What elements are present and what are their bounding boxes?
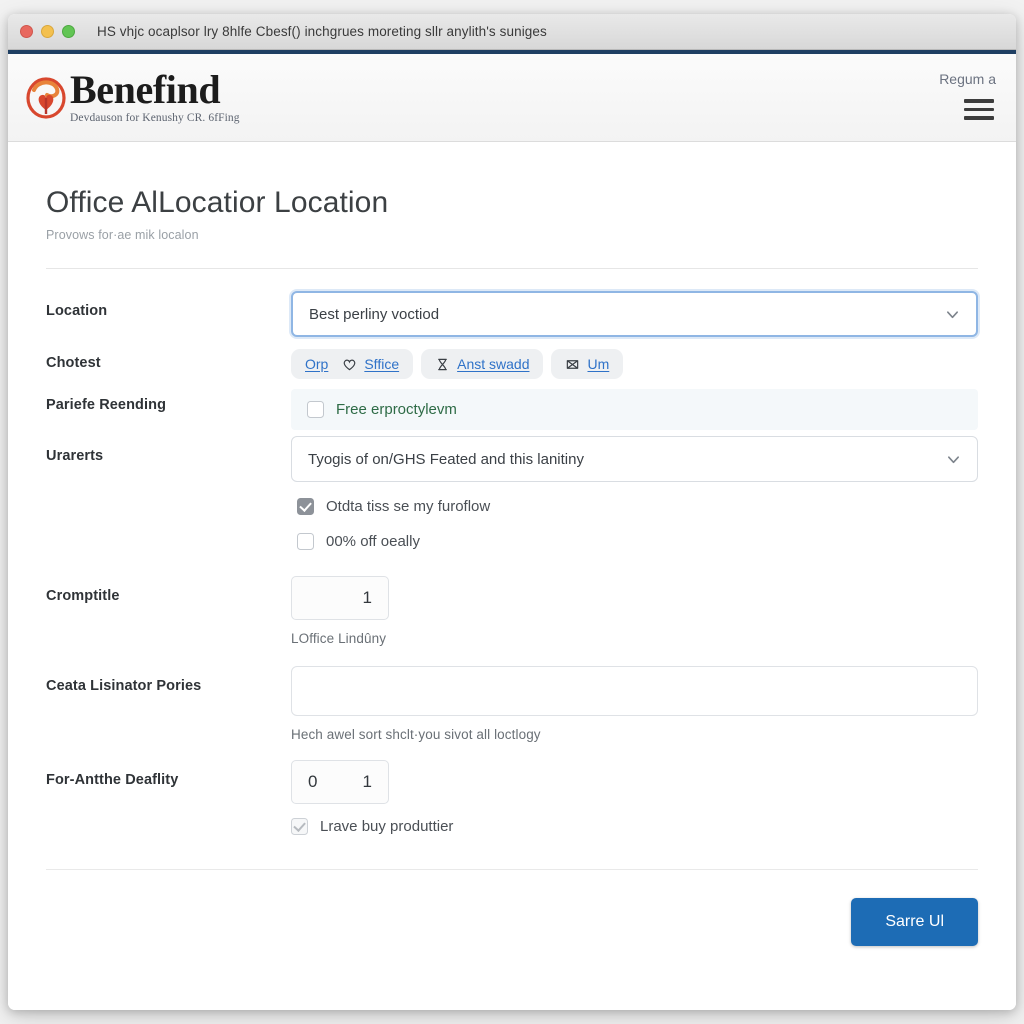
window-controls — [20, 25, 75, 38]
field-location: Best perliny voctiod — [291, 291, 978, 337]
label-location: Location — [46, 303, 108, 319]
app-header: Benefind Devdauson for Kenushy CR. 6fFin… — [8, 54, 1016, 142]
brand-text: Benefind Devdauson for Kenushy CR. 6fFin… — [70, 66, 240, 125]
chip-um[interactable]: Um — [565, 356, 609, 372]
label-pariefe: Pariefe Reending — [46, 397, 167, 413]
form-row-ceata: Ceata Lisinator Pories Hech awel sort sh… — [46, 666, 978, 742]
page-subtitle: Provows for·ae mik localon — [46, 228, 199, 242]
page-title: Office AlLocatior Location — [46, 186, 389, 219]
option-label: 00% off oeally — [326, 533, 420, 550]
chip-group-primary: Orp Sffice — [291, 349, 414, 379]
chip-group-tertiary: Um — [551, 349, 624, 379]
window-titlebar: HS vhjc ocaplsor lry 8hlfe Cbesf() inchg… — [8, 14, 1016, 50]
window-title: HS vhjc ocaplsor lry 8hlfe Cbesf() inchg… — [97, 24, 547, 39]
urarerts-options: Otdta tiss se my furoflow 00% off oeally — [291, 482, 978, 550]
envelope-icon — [565, 357, 580, 372]
free-option-banner: Free erproctylevm — [291, 389, 978, 430]
chip-label: Orp — [305, 356, 329, 372]
chip-label: Um — [587, 356, 610, 372]
chip-row: Orp Sffice Anst swadd Um — [291, 343, 978, 379]
forantthe-checkbox[interactable] — [291, 818, 308, 835]
forantthe-value-right: 1 — [362, 772, 372, 791]
chevron-down-icon — [945, 307, 960, 322]
label-forantthe: For-Antthe Deaflity — [46, 772, 179, 788]
brand-name: Benefind — [70, 66, 221, 112]
form-row-forantthe: For-Antthe Deaflity 0 1 Lrave buy produt… — [46, 760, 978, 835]
option-row[interactable]: Otdta tiss se my furoflow — [297, 498, 978, 515]
form-row-pariefe: Pariefe Reending Free erproctylevm — [46, 385, 978, 430]
field-forantthe: 0 1 Lrave buy produttier — [291, 760, 978, 835]
cromptitle-value: 1 — [362, 588, 372, 607]
location-select-value: Best perliny voctiod — [309, 305, 440, 323]
app-window: HS vhjc ocaplsor lry 8hlfe Cbesf() inchg… — [8, 14, 1016, 1010]
field-urarerts: Tyogis of on/GHS Feated and this lanitin… — [291, 436, 978, 550]
close-window-button[interactable] — [20, 25, 33, 38]
option-checkbox-checked[interactable] — [297, 498, 314, 515]
forantthe-option-label: Lrave buy produttier — [320, 818, 454, 835]
field-ceata: Hech awel sort shclt·you sivot all loctl… — [291, 666, 978, 742]
form-row-urarerts: Urarerts Tyogis of on/GHS Feated and thi… — [46, 436, 978, 550]
cromptitle-helper-text: LOffice Lindûny — [291, 631, 387, 646]
label-urarerts: Urarerts — [46, 448, 104, 464]
ceata-helper-text: Hech awel sort shclt·you sivot all loctl… — [291, 727, 541, 742]
chip-group-secondary: Anst swadd — [421, 349, 544, 379]
label-chotest: Chotest — [46, 355, 101, 371]
page-content: Office AlLocatior Location Provows for·a… — [8, 142, 1016, 1010]
chip-label: Sffice — [364, 356, 400, 372]
chip-sffice[interactable]: Sffice — [342, 356, 399, 372]
form-row-chotest: Chotest Orp Sffice Anst swadd Um — [46, 343, 978, 379]
settings-form: Location Best perliny voctiod Chotest Or… — [46, 269, 978, 841]
cromptitle-number-input[interactable]: 1 — [291, 576, 389, 620]
chip-orp[interactable]: Orp — [305, 356, 328, 372]
label-ceata: Ceata Lisinator Pories — [46, 678, 202, 694]
field-cromptitle: 1 LOffice Lindûny — [291, 576, 978, 646]
hamburger-bar — [964, 116, 994, 120]
brand[interactable]: Benefind Devdauson for Kenushy CR. 6fFin… — [24, 66, 240, 126]
chip-anst-swadd[interactable]: Anst swadd — [435, 356, 529, 372]
hamburger-bar — [964, 99, 994, 103]
option-row[interactable]: 00% off oeally — [297, 533, 978, 550]
heart-icon — [342, 357, 357, 372]
hourglass-icon — [435, 357, 450, 372]
chip-label: Anst swadd — [457, 356, 530, 372]
location-select[interactable]: Best perliny voctiod — [291, 291, 978, 337]
urarerts-select-value: Tyogis of on/GHS Feated and this lanitin… — [308, 450, 584, 468]
forantthe-range-input[interactable]: 0 1 — [291, 760, 389, 804]
free-option-label: Free erproctylevm — [336, 401, 457, 418]
field-pariefe: Free erproctylevm — [291, 385, 978, 430]
label-cromptitle: Cromptitle — [46, 588, 120, 604]
forantthe-option-row[interactable]: Lrave buy produttier — [291, 818, 978, 835]
option-label: Otdta tiss se my furoflow — [326, 498, 491, 515]
forantthe-value-left: 0 — [308, 772, 318, 791]
brand-tagline: Devdauson for Kenushy CR. 6fFing — [70, 112, 240, 125]
urarerts-select[interactable]: Tyogis of on/GHS Feated and this lanitin… — [291, 436, 978, 482]
hamburger-bar — [964, 107, 994, 112]
field-chotest: Orp Sffice Anst swadd Um — [291, 343, 978, 379]
form-row-cromptitle: Cromptitle 1 LOffice Lindûny — [46, 576, 978, 646]
hamburger-icon[interactable] — [962, 97, 996, 122]
zoom-window-button[interactable] — [62, 25, 75, 38]
form-footer: Sarre Ul — [46, 870, 978, 946]
header-right-link[interactable]: Regum a — [939, 71, 996, 87]
header-actions: Regum a — [939, 71, 996, 124]
benefind-logo-icon — [24, 74, 68, 126]
save-button[interactable]: Sarre Ul — [851, 898, 978, 946]
screenshot-root: HS vhjc ocaplsor lry 8hlfe Cbesf() inchg… — [0, 0, 1024, 1024]
ceata-text-input[interactable] — [291, 666, 978, 716]
minimize-window-button[interactable] — [41, 25, 54, 38]
chevron-down-icon — [946, 452, 961, 467]
form-row-location: Location Best perliny voctiod — [46, 291, 978, 337]
option-checkbox-unchecked[interactable] — [297, 533, 314, 550]
free-option-checkbox[interactable] — [307, 401, 324, 418]
